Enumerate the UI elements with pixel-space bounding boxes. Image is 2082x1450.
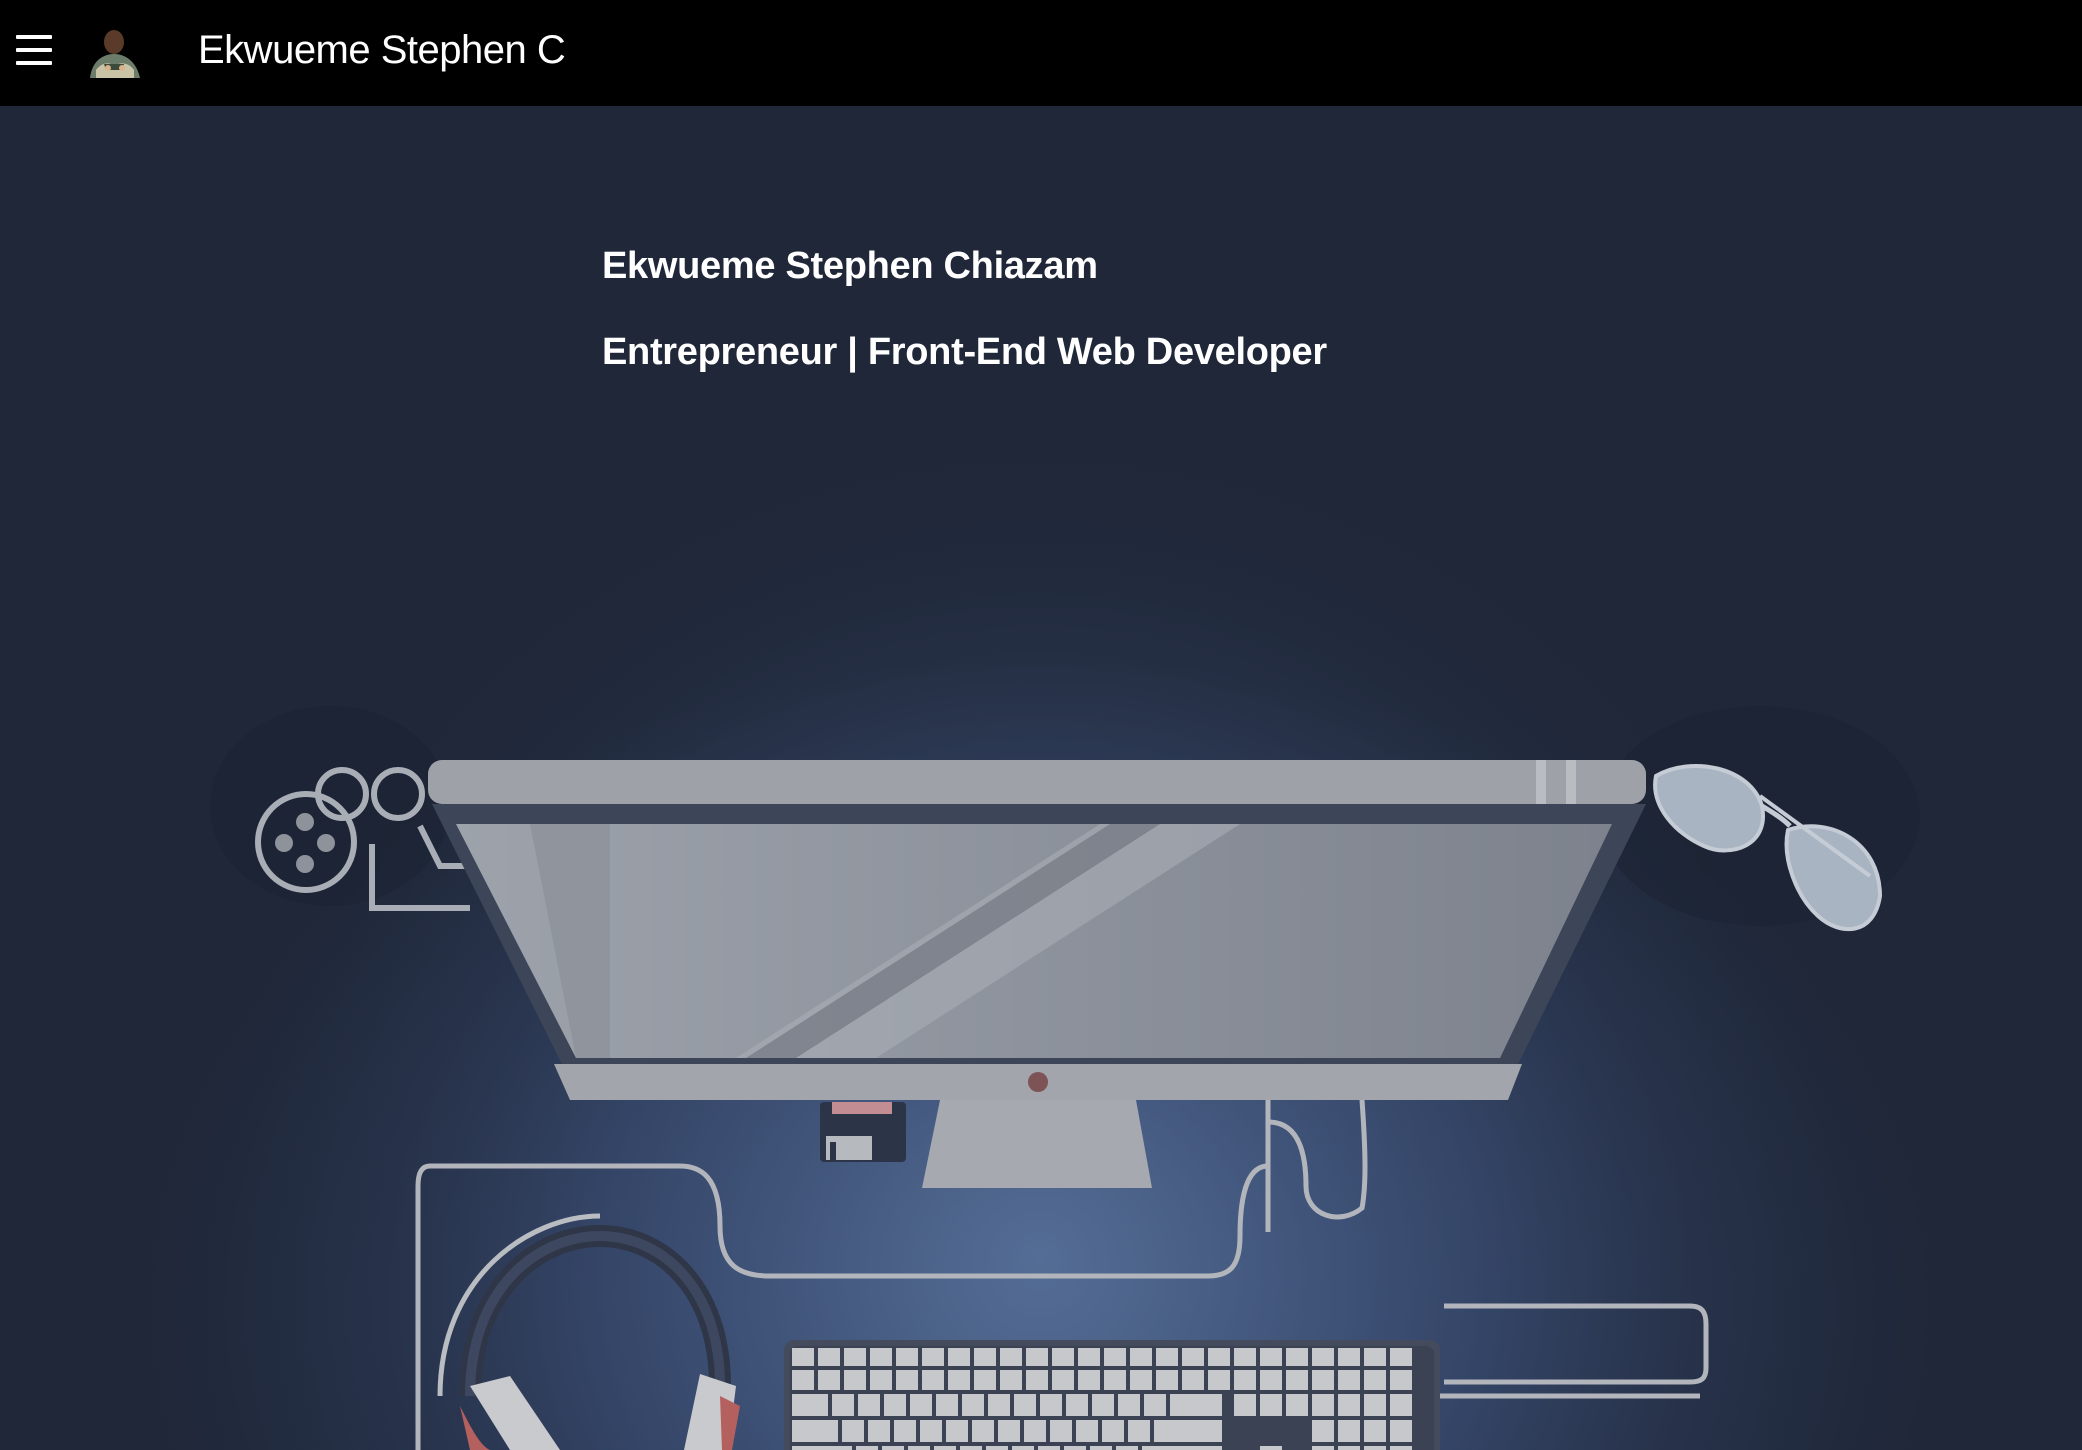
hero-name-heading: Ekwueme Stephen Chiazam: [602, 245, 1098, 287]
avatar-image: [84, 18, 144, 78]
profile-avatar[interactable]: [84, 18, 144, 78]
hero-text-block: Ekwueme Stephen Chiazam Entrepreneur | F…: [602, 242, 1327, 376]
top-navbar: Ekwueme Stephen C: [0, 0, 2082, 106]
hero-section: Ekwueme Stephen Chiazam Entrepreneur | F…: [0, 106, 2082, 1450]
hero-role-subheading: Entrepreneur | Front-End Web Developer: [602, 331, 1327, 373]
hamburger-menu-button[interactable]: [16, 35, 52, 65]
keyboard-graphic: [784, 1340, 1440, 1450]
site-title[interactable]: Ekwueme Stephen C: [198, 24, 566, 76]
